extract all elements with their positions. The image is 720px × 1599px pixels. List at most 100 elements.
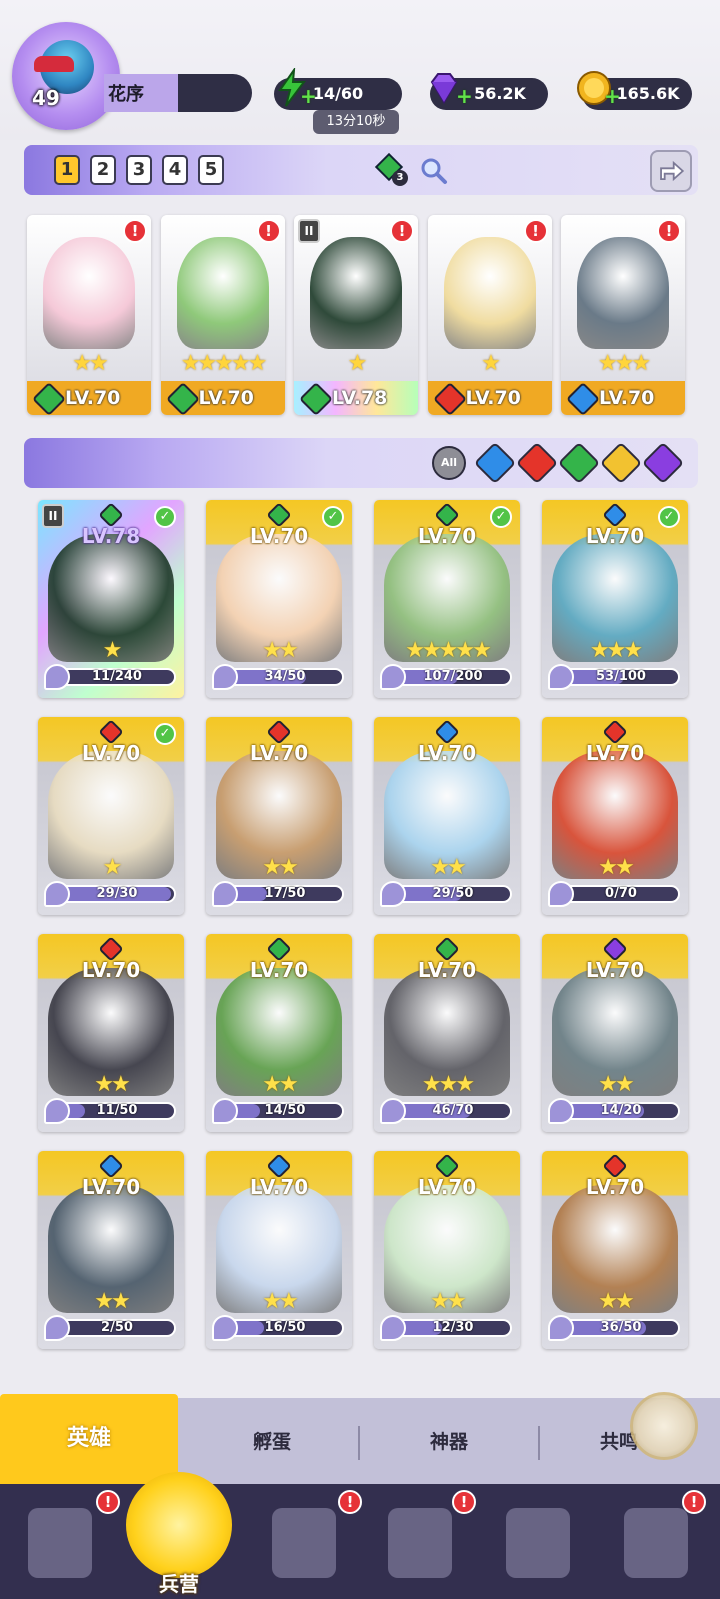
shard-count: 14/20 [600,1103,642,1118]
share-icon [660,160,685,182]
shard-icon [212,1098,238,1124]
nav-barracks[interactable]: 兵营 [120,1464,238,1599]
hero-card[interactable]: LV.70 ★★ 16/50 [206,1151,352,1349]
mushroom-icon [506,1508,570,1578]
team-badge-count: 3 [392,170,408,186]
nav-cards[interactable]: ! [14,1490,120,1590]
shard-count: 29/50 [432,886,474,901]
shard-count: 107/200 [423,669,483,684]
tab-divider [358,1426,360,1460]
shard-count: 11/240 [92,669,142,684]
team-tab-3[interactable]: 3 [126,155,152,185]
hero-card[interactable]: LV.70 ★★ 0/70 [542,717,688,915]
tab-artifacts[interactable]: 神器 [362,1412,536,1472]
star-rating: ★ [102,638,123,663]
hero-card[interactable]: LV.70 ★★ 29/50 [374,717,520,915]
team-tab-4[interactable]: 4 [162,155,188,185]
shard-icon [212,1315,238,1341]
star-rating: ★★★★★ [180,351,268,376]
hero-card[interactable]: LV.78 ★ 11/240 ✓ II [38,500,184,698]
hero-level: LV.70 [599,387,655,409]
star-rating: ★★ [94,1289,130,1314]
hero-card[interactable]: LV.70 ★ 29/30 ✓ [38,717,184,915]
alert-badge: ! [256,219,281,243]
hero-card[interactable]: LV.70 ★★★ 46/70 [374,934,520,1132]
team-tab-5[interactable]: 5 [198,155,224,185]
team-tab-1[interactable]: 1 [54,155,80,185]
shard-count: 12/30 [432,1320,474,1335]
team-slot-4[interactable]: ★ LV.70! [427,215,552,415]
nav-barracks-label: 兵营 [159,1572,199,1596]
hero-level: LV.70 [417,958,477,982]
shard-count: 11/50 [96,1103,138,1118]
gem-plus-icon[interactable]: + [456,84,473,108]
nav-guild[interactable]: ! [610,1490,706,1590]
star-rating: ★★ [430,855,466,880]
star-rating: ★★★★★ [405,638,492,663]
floating-assist-button[interactable] [630,1392,698,1460]
shard-icon [380,1098,406,1124]
nav-mushroom[interactable] [492,1500,582,1590]
hero-card[interactable]: LV.70 ★★ 34/50 ✓ [206,500,352,698]
shard-icon [548,664,574,690]
star-rating: ★★ [430,1289,466,1314]
share-button[interactable] [650,150,692,192]
shard-count: 17/50 [264,886,306,901]
hero-card[interactable]: LV.70 ★★★★★ 107/200 ✓ [374,500,520,698]
hero-level: LV.70 [465,387,521,409]
hero-level: LV.70 [585,741,645,765]
team-slot-5[interactable]: ★★★ LV.70! [561,215,685,415]
hero-portrait [176,237,269,349]
shard-progress-bar: 16/50 [226,1319,344,1337]
star-rating: ★★★ [589,638,643,663]
star-rating: ★★ [262,1289,298,1314]
hero-card[interactable]: LV.70 ★★ 14/50 [206,934,352,1132]
hero-level: LV.70 [249,741,309,765]
nav-alert-badge: ! [452,1490,476,1514]
alert-badge: ! [523,219,548,243]
check-icon: ✓ [490,506,512,528]
alert-badge: ! [390,219,414,243]
player-level: 49 [32,86,60,110]
check-icon: ✓ [658,506,680,528]
magnifier-icon[interactable] [418,155,448,185]
shard-count: 0/70 [605,886,637,901]
hero-card[interactable]: LV.70 ★★ 36/50 [542,1151,688,1349]
star-rating: ★★ [598,1289,634,1314]
shard-icon [212,664,238,690]
hero-card[interactable]: LV.70 ★★★ 53/100 ✓ [542,500,688,698]
hero-level: LV.70 [585,958,645,982]
shard-progress-bar: 46/70 [394,1102,512,1120]
hero-card[interactable]: LV.70 ★★ 11/50 [38,934,184,1132]
shard-icon [548,1098,574,1124]
team-tab-2[interactable]: 2 [90,155,116,185]
nav-castle[interactable]: ! [374,1490,476,1590]
star-rating: ★★ [598,1072,634,1097]
tab-hatch[interactable]: 孵蛋 [185,1412,359,1472]
hero-card[interactable]: LV.70 ★★ 2/50 [38,1151,184,1349]
shard-progress-bar: 17/50 [226,885,344,903]
hero-level: LV.70 [249,1175,309,1199]
shard-count: 46/70 [432,1103,474,1118]
check-icon: ✓ [154,506,176,528]
energy-plus-icon[interactable]: + [300,84,317,108]
hero-level: LV.70 [417,741,477,765]
shard-progress-bar: 11/240 [58,668,176,686]
nav-map[interactable]: ! [258,1490,362,1590]
gold-plus-icon[interactable]: + [604,84,621,108]
energy-value: 14/60 [312,84,364,103]
hero-card[interactable]: LV.70 ★★ 14/20 [542,934,688,1132]
shard-count: 14/50 [264,1103,306,1118]
filter-all-button[interactable]: All [432,446,466,480]
team-slot-2[interactable]: ★★★★★ LV.70! [160,215,285,415]
team-slot-1[interactable]: ★★ LV.70! [27,215,151,415]
hero-level: LV.70 [81,958,141,982]
star-rating: ★ [347,351,368,376]
shard-count: 16/50 [264,1320,306,1335]
team-slot-3[interactable]: ★ LV.78! II [294,215,418,415]
star-rating: ★★ [262,638,298,663]
energy-timer: 13分10秒 [313,110,399,134]
star-rating: ★★ [262,1072,298,1097]
hero-card[interactable]: LV.70 ★★ 17/50 [206,717,352,915]
hero-card[interactable]: LV.70 ★★ 12/30 [374,1151,520,1349]
